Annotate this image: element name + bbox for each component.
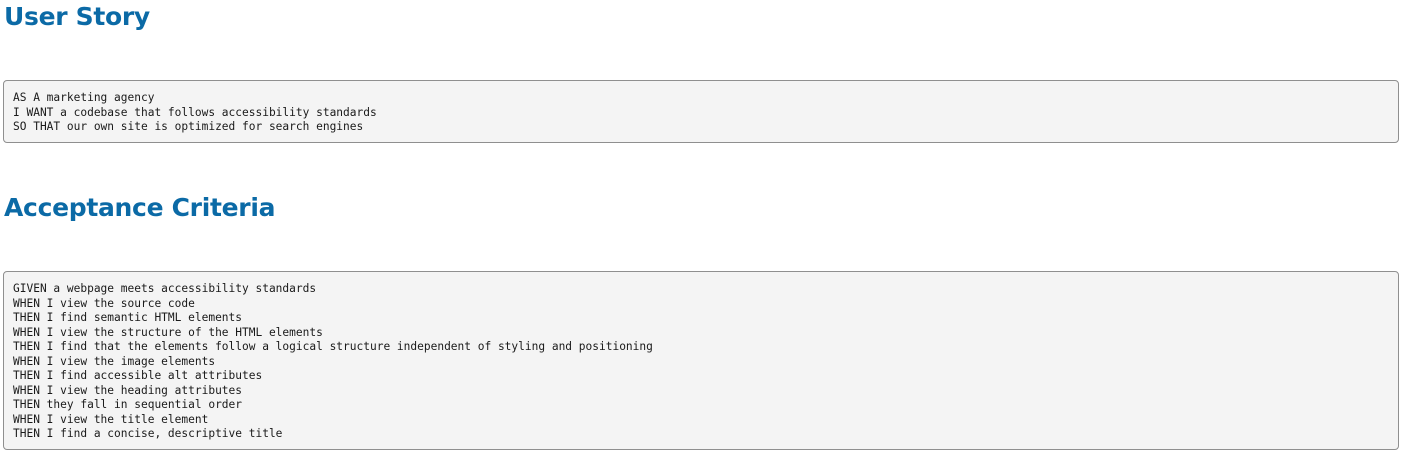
user-story-heading: User Story [4,2,150,31]
code-line: GIVEN a webpage meets accessibility stan… [13,282,317,295]
code-line: WHEN I view the structure of the HTML el… [13,325,323,339]
code-line: THEN I find accessible alt attributes [13,369,263,382]
code-line: WHEN I view the title element [13,412,209,426]
code-line: THEN I find semantic HTML elements [13,311,243,324]
code-line: WHEN I view the heading attributes [13,383,243,397]
code-line: WHEN I view the image elements [13,354,216,368]
code-line: THEN I find that the elements follow a l… [13,340,653,353]
code-line: WHEN I view the source code [13,296,195,310]
code-line: SO THAT our own site is optimized for se… [13,120,364,133]
acceptance-criteria-code-block: GIVEN a webpage meets accessibility stan… [3,271,1399,450]
code-line: AS A marketing agency [13,91,155,104]
acceptance-criteria-heading: Acceptance Criteria [4,193,276,222]
code-line: I WANT a codebase that follows accessibi… [13,105,377,119]
code-line: THEN they fall in sequential order [13,398,243,411]
code-line: THEN I find a concise, descriptive title [13,427,283,440]
user-story-code-block: AS A marketing agency I WANT a codebase … [3,80,1399,143]
